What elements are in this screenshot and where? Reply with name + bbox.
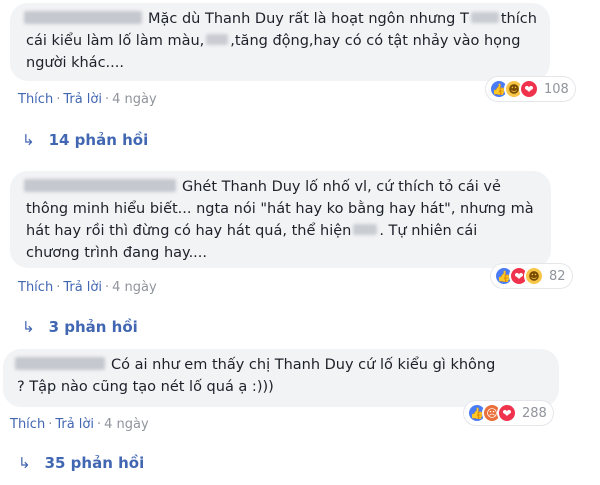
like-link[interactable]: Thích [18, 280, 53, 295]
author-name-redacted[interactable] [24, 179, 176, 192]
comment-text: chương trình đang hay.... [26, 245, 208, 261]
reaction-count: 108 [544, 81, 569, 97]
author-name-redacted[interactable] [15, 357, 105, 370]
comment-text: Mặc dù Thanh Duy rất là hoạt ngôn nhưng … [148, 11, 469, 27]
author-name-redacted[interactable] [24, 11, 142, 24]
view-replies-link[interactable]: ↳ 14 phản hồi [22, 131, 148, 149]
comment-text: thích [500, 11, 537, 27]
replies-count: 3 phản hồi [48, 318, 138, 336]
comment-text: . Tự nhiên cái [379, 223, 478, 239]
reaction-summary[interactable]: 👍 ☹ ❤ 288 [464, 401, 553, 425]
comment-bubble: Ghét Thanh Duy lố nhố vl, cứ thích tỏ cá… [10, 171, 551, 268]
comment-bubble: Mặc dù Thanh Duy rất là hoạt ngôn nhưng … [10, 3, 550, 81]
comment-bubble: Có ai như em thấy chị Thanh Duy cứ lố ki… [3, 349, 559, 407]
reaction-count: 288 [522, 405, 547, 421]
timestamp[interactable]: 4 ngày [112, 280, 157, 295]
like-link[interactable]: Thích [10, 417, 45, 432]
love-icon: ❤ [519, 79, 539, 99]
comment-actions: Thích · Trả lời · 4 ngày [18, 280, 157, 295]
reaction-count: 82 [549, 268, 566, 284]
view-replies-link[interactable]: ↳ 35 phản hồi [18, 454, 144, 472]
replies-count: 35 phản hồi [44, 454, 145, 472]
comment-text: Ghét Thanh Duy lố nhố vl, cứ thích tỏ cá… [182, 179, 501, 195]
view-replies-link[interactable]: ↳ 3 phản hồi [22, 318, 138, 336]
reply-arrow-icon: ↳ [22, 318, 35, 336]
comment-text: hát hay rồi thì đừng có hay hát quá, thể… [26, 223, 352, 239]
reaction-summary[interactable]: 👍 ☻ ❤ 108 [486, 77, 575, 101]
reply-link[interactable]: Trả lời [63, 92, 102, 107]
like-link[interactable]: Thích [18, 92, 53, 107]
replies-count: 14 phản hồi [48, 131, 149, 149]
reply-arrow-icon: ↳ [22, 131, 35, 149]
comment-text: cái kiểu làm lố làm màu, [26, 33, 205, 49]
reaction-summary[interactable]: 👍 ❤ ☻ 82 [491, 264, 572, 288]
timestamp[interactable]: 4 ngày [112, 92, 157, 107]
comment-text: ,tăng động,hay có có tật nhảy vào họng [230, 33, 521, 49]
reply-link[interactable]: Trả lời [63, 280, 102, 295]
love-icon: ❤ [497, 403, 517, 423]
comment-text: thông minh hiểu biết... ngta nói "hát ha… [26, 201, 534, 217]
comment-text: Có ai như em thấy chị Thanh Duy cứ lố ki… [111, 357, 496, 373]
comment-actions: Thích · Trả lời · 4 ngày [18, 92, 157, 107]
comment-text: ? Tập nào cũng tạo nét lố quá ạ :))) [17, 379, 274, 395]
redacted-text [353, 224, 378, 235]
haha-icon: ☻ [524, 266, 544, 286]
reply-link[interactable]: Trả lời [55, 417, 94, 432]
redacted-text [470, 12, 499, 23]
comment-text: người khác.... [26, 55, 124, 71]
comment-actions: Thích · Trả lời · 4 ngày [10, 417, 149, 432]
reply-arrow-icon: ↳ [18, 454, 31, 472]
redacted-text [206, 34, 229, 45]
timestamp[interactable]: 4 ngày [104, 417, 149, 432]
